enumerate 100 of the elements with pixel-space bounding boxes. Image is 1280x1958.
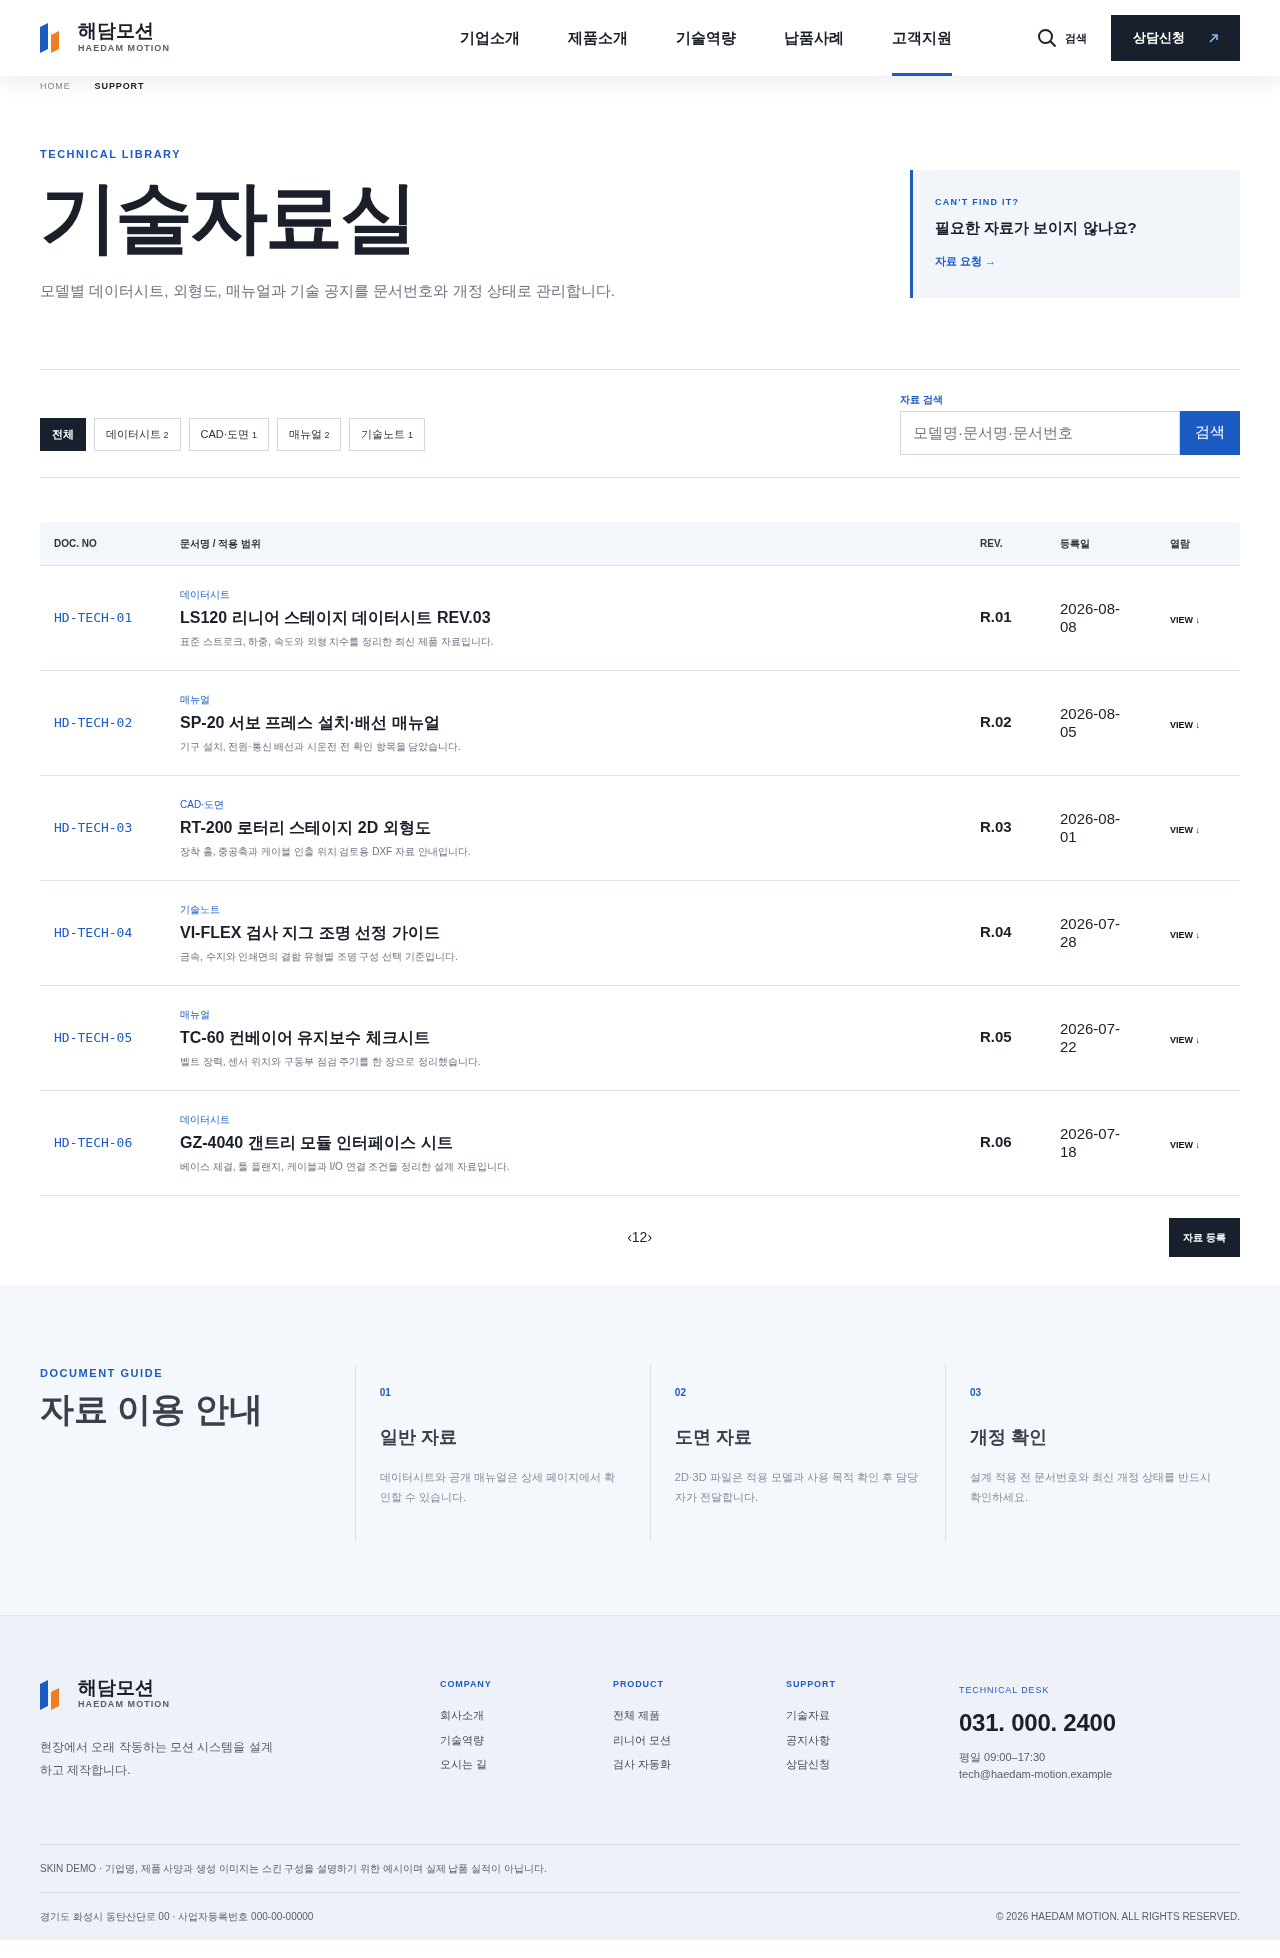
view-link[interactable]: VIEW ↓ [1170, 1034, 1200, 1045]
footer-link[interactable]: 회사소개 [440, 1707, 613, 1724]
doc-number: HD-TECH-06 [53, 1133, 134, 1152]
step-number: 02 [674, 1385, 687, 1400]
filter-tab[interactable]: CAD·도면 1 [188, 418, 269, 451]
date-text: 2026-07-28 [1060, 915, 1122, 950]
document-title[interactable]: TC-60 컨베이어 유지보수 체크시트 [180, 1025, 980, 1050]
document-summary: 베이스 체결, 툴 플랜지, 케이블과 I/O 연결 조건을 정리한 설계 자료입니다. [180, 1159, 511, 1174]
doc-number: HD-TECH-01 [53, 608, 134, 627]
nav-link[interactable]: 고객지원 [892, 0, 952, 76]
nav-link[interactable]: 기업소개 [460, 0, 520, 76]
section-title: 자료 이용 안내 [40, 1389, 264, 1430]
search-field[interactable]: 모델명·문서명·문서번호 [900, 410, 1180, 455]
document-summary: 벨트 장력, 센서 위치와 구동부 점검 주기를 한 장으로 정리했습니다. [180, 1054, 482, 1069]
page-link[interactable]: 1 [631, 1226, 640, 1248]
date-text: 2026-07-18 [1060, 1125, 1122, 1160]
view-link[interactable]: VIEW ↓ [1170, 1139, 1200, 1150]
footer-heading: COMPANY [440, 1677, 493, 1691]
card-eyebrow: CAN'T FIND IT? [935, 195, 1021, 209]
card-title: 필요한 자료가 보이지 않나요? [935, 218, 1138, 238]
search-link[interactable]: 검색 [1065, 29, 1087, 47]
date-text: 2026-07-22 [1060, 1020, 1122, 1055]
arrow-icon [1209, 33, 1218, 43]
revision-label: R.06 [980, 1132, 1013, 1153]
filter-tab[interactable]: 전체 [40, 418, 86, 451]
view-link[interactable]: VIEW ↓ [1170, 719, 1200, 730]
revision-label: R.05 [980, 1027, 1013, 1048]
register-button[interactable]: 자료 등록 [1169, 1217, 1240, 1257]
page-link[interactable]: › [647, 1226, 653, 1248]
document-summary: 금속, 수지와 인쇄면의 결함 유형별 조명 구성 선택 기준입니다. [180, 949, 459, 964]
category-label: 데이터시트 [180, 587, 231, 602]
category-label: CAD·도면 [180, 797, 226, 812]
logo-icon [40, 1679, 62, 1710]
business-hours: 평일 09:00–17:30 [959, 1750, 1047, 1765]
step-number: 03 [969, 1385, 983, 1400]
consult-button[interactable]: 상담신청 [1111, 15, 1240, 61]
brand-name: 해담모션 [78, 20, 155, 42]
column-header: DOC. NO [53, 536, 98, 551]
doc-number: HD-TECH-05 [53, 1028, 134, 1047]
email-text: tech@haedam-motion.example [959, 1766, 1114, 1782]
view-link[interactable]: VIEW ↓ [1170, 614, 1200, 625]
page-link[interactable]: ‹ [627, 1226, 632, 1248]
revision-label: R.01 [980, 607, 1013, 628]
column-header: 문서명 / 적용 범위 [180, 536, 263, 551]
filter-tab[interactable]: 데이터시트 2 [94, 418, 181, 451]
revision-label: R.03 [980, 817, 1013, 838]
brand-subtitle: HAEDAM MOTION [78, 41, 171, 55]
category-label: 매뉴얼 [180, 1007, 211, 1022]
copyright-text: © 2026 HAEDAM MOTION. ALL RIGHTS RESERVED. [995, 1910, 1240, 1924]
brand-subtitle: HAEDAM MOTION [78, 1698, 171, 1712]
footer-link[interactable]: 기술역량 [440, 1731, 613, 1748]
column-header: 등록일 [1060, 536, 1091, 551]
footer-link[interactable]: 오시는 길 [440, 1756, 613, 1773]
document-title[interactable]: GZ-4040 갠트리 모듈 인터페이스 시트 [180, 1130, 980, 1155]
document-title[interactable]: RT-200 로터리 스테이지 2D 외형도 [180, 815, 980, 840]
search-label: 자료 검색 [900, 392, 944, 407]
step-text: 설계 적용 전 문서번호와 최신 개정 상태를 반드시 확인하세요. [969, 1469, 1213, 1506]
page-link[interactable]: 2 [639, 1226, 648, 1248]
step-number: 01 [379, 1385, 392, 1400]
filter-tab[interactable]: 매뉴얼 2 [276, 418, 342, 451]
category-label: 기술노트 [180, 902, 221, 917]
document-title[interactable]: LS120 리니어 스테이지 데이터시트 REV.03 [180, 605, 980, 630]
footer-link[interactable]: 전체 제품 [613, 1707, 786, 1724]
filter-tab[interactable]: 기술노트 1 [349, 418, 425, 451]
date-text: 2026-08-08 [1060, 600, 1122, 635]
request-link[interactable]: 자료 요청 → [935, 254, 997, 267]
footer-heading: SUPPORT [786, 1677, 837, 1691]
search-button[interactable]: 검색 [1180, 410, 1240, 455]
step-title: 개정 확인 [969, 1425, 1048, 1449]
date-text: 2026-08-05 [1060, 705, 1122, 740]
document-title[interactable]: VI-FLEX 검사 지그 조명 선정 가이드 [180, 920, 980, 945]
document-title[interactable]: SP-20 서보 프레스 설치·배선 매뉴얼 [180, 710, 980, 735]
step-title: 일반 자료 [379, 1425, 458, 1449]
document-summary: 표준 스트로크, 하중, 속도와 외형 치수를 정리한 최신 제품 자료입니다. [180, 634, 495, 649]
nav-link[interactable]: 납품사례 [784, 0, 844, 76]
footer-link[interactable]: 기술자료 [786, 1707, 959, 1724]
breadcrumb-item[interactable]: HOME [40, 80, 71, 94]
brand-name: 해담모션 [78, 1677, 155, 1699]
revision-label: R.02 [980, 712, 1013, 733]
nav-link[interactable]: 기술역량 [676, 0, 736, 76]
view-link[interactable]: VIEW ↓ [1170, 929, 1200, 940]
doc-number: HD-TECH-04 [53, 923, 134, 942]
breadcrumb-item[interactable]: SUPPORT [94, 80, 145, 94]
search-icon[interactable] [1037, 28, 1057, 48]
page-title: 기술자료실 [40, 178, 416, 256]
category-label: 데이터시트 [180, 1112, 231, 1127]
nav-link[interactable]: 제품소개 [568, 0, 628, 76]
footer-link[interactable]: 공지사항 [786, 1731, 959, 1748]
column-header: REV. [980, 536, 1004, 551]
desk-heading: TECHNICAL DESK [959, 1683, 1051, 1697]
footer-link[interactable]: 리니어 모션 [613, 1731, 786, 1748]
footer-link[interactable]: 상담신청 [786, 1756, 959, 1773]
logo-icon [40, 23, 62, 53]
address-text: 경기도 화성시 동탄산단로 00 · 사업자등록번호 000-00-00000 [40, 1910, 314, 1924]
phone-number: 031. 000. 2400 [959, 1708, 1116, 1738]
document-summary: 기구 설치, 전원·통신 배선과 시운전 전 확인 항목을 담았습니다. [180, 739, 463, 754]
view-link[interactable]: VIEW ↓ [1170, 824, 1200, 835]
date-text: 2026-08-01 [1060, 810, 1122, 845]
step-text: 2D·3D 파일은 적용 모델과 사용 목적 확인 후 담당자가 전달합니다. [674, 1469, 920, 1506]
footer-link[interactable]: 검사 자동화 [613, 1756, 786, 1773]
